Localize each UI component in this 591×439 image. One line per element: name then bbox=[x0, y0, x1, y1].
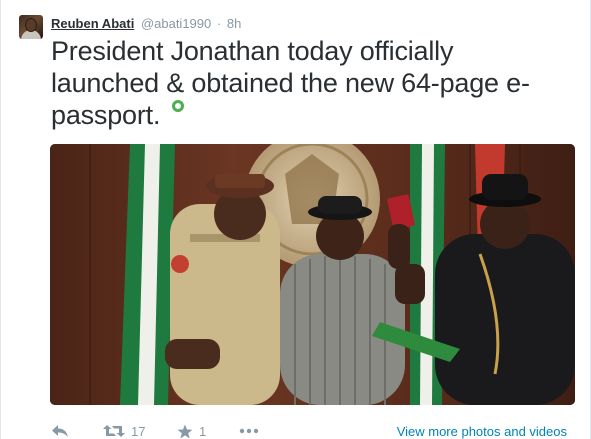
avatar-shoulders bbox=[21, 30, 41, 39]
view-more-photos-link[interactable]: View more photos and videos bbox=[397, 424, 567, 439]
separator-dot: · bbox=[216, 16, 222, 31]
retweet-count: 17 bbox=[131, 423, 146, 439]
tweet-card: Reuben Abati @abati1990 · 8h President J… bbox=[0, 0, 591, 439]
reply-button[interactable] bbox=[51, 422, 69, 439]
tweet-text: President Jonathan today officially laun… bbox=[51, 36, 530, 130]
timestamp[interactable]: 8h bbox=[227, 16, 241, 31]
user-handle[interactable]: @abati1990 bbox=[141, 16, 211, 31]
avatar[interactable] bbox=[19, 15, 43, 39]
retweet-icon bbox=[103, 425, 125, 437]
geo-pin-icon[interactable] bbox=[172, 100, 185, 112]
avatar-face bbox=[26, 19, 36, 31]
more-dots-icon bbox=[239, 428, 259, 434]
tweet-photo[interactable] bbox=[50, 144, 575, 405]
reply-icon bbox=[52, 425, 68, 437]
display-name[interactable]: Reuben Abati bbox=[51, 16, 134, 31]
favorite-button[interactable]: 1 bbox=[177, 422, 206, 439]
star-icon bbox=[177, 424, 193, 438]
tweet-text-container: President Jonathan today officially laun… bbox=[51, 35, 566, 131]
retweet-button[interactable]: 17 bbox=[103, 422, 145, 439]
more-button[interactable] bbox=[239, 422, 259, 439]
favorite-count: 1 bbox=[199, 423, 207, 439]
photo-illustration bbox=[50, 144, 575, 405]
tweet-header: Reuben Abati @abati1990 · 8h bbox=[51, 16, 241, 32]
tweet-actions: 17 1 View more photos and videos bbox=[51, 422, 581, 439]
